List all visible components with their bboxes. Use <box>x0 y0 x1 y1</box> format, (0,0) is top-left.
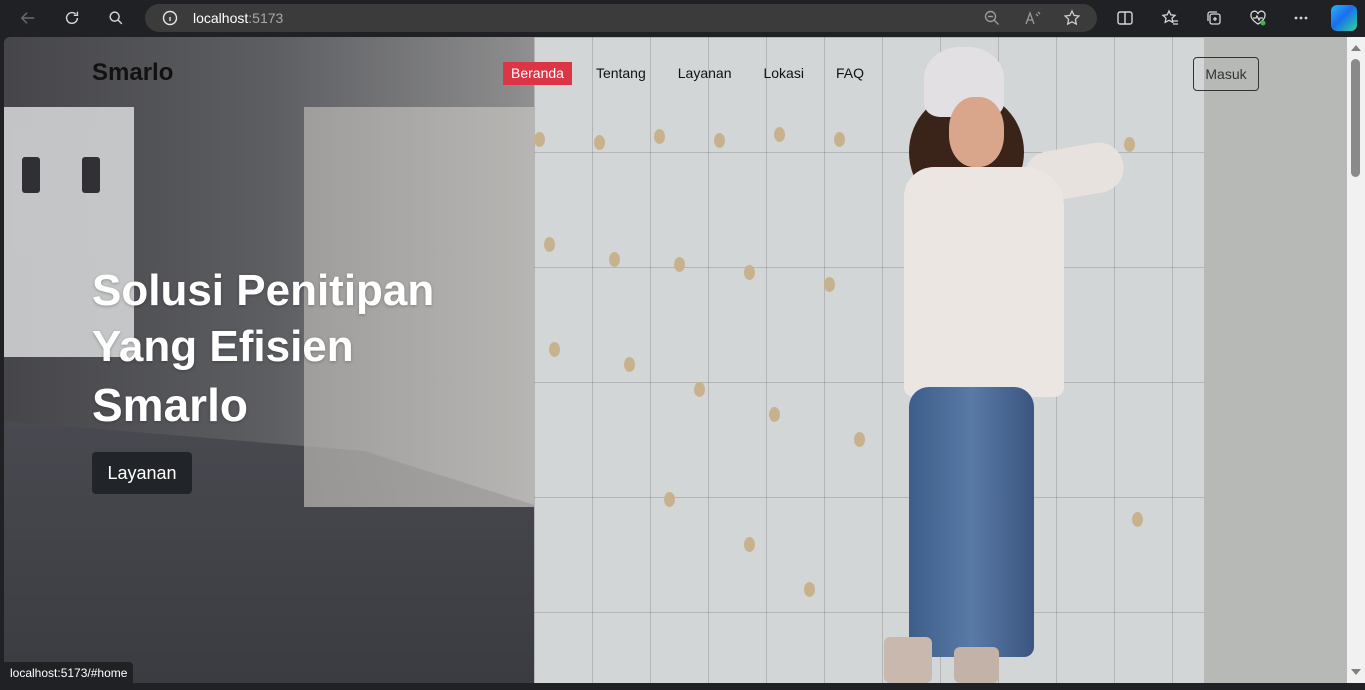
refresh-icon[interactable] <box>60 6 84 30</box>
status-url-tooltip: localhost:5173/#home <box>4 662 134 684</box>
scroll-thumb[interactable] <box>1351 59 1360 177</box>
address-bar[interactable]: localhost:5173 <box>145 4 1097 32</box>
back-icon[interactable] <box>16 6 40 30</box>
nav-link-beranda[interactable]: Beranda <box>503 62 572 85</box>
scroll-up-icon[interactable] <box>1351 45 1361 51</box>
right-wall-shape <box>1204 37 1347 683</box>
locker-knob <box>534 132 545 147</box>
locker-knob <box>654 129 665 144</box>
locker-knob <box>769 407 780 422</box>
zoom-out-icon[interactable] <box>983 9 1001 27</box>
nav-link-lokasi[interactable]: Lokasi <box>755 62 811 85</box>
nav-link-layanan[interactable]: Layanan <box>670 62 740 85</box>
locker-knob <box>674 257 685 272</box>
collections-icon[interactable] <box>1202 6 1226 30</box>
hero-heading-brand: Smarlo <box>92 379 248 431</box>
locker-knob <box>834 132 845 147</box>
more-icon[interactable] <box>1289 6 1313 30</box>
search-icon[interactable] <box>104 6 128 30</box>
locker-knob <box>544 237 555 252</box>
favorites-icon[interactable] <box>1158 6 1182 30</box>
read-aloud-icon[interactable] <box>1024 9 1042 27</box>
scroll-down-icon[interactable] <box>1351 669 1361 675</box>
hero-heading: Solusi Penitipan Yang Efisien Smarlo <box>92 263 552 435</box>
locker-knob <box>1124 137 1135 152</box>
locker-knob <box>694 382 705 397</box>
info-icon[interactable] <box>162 10 178 26</box>
locker-knob <box>624 357 635 372</box>
page-scrollbar[interactable] <box>1347 37 1365 683</box>
services-button[interactable]: Layanan <box>92 452 192 494</box>
health-icon[interactable] <box>1246 6 1270 30</box>
locker-knob <box>664 492 675 507</box>
login-button[interactable]: Masuk <box>1193 57 1259 91</box>
sweater-shape <box>904 167 1064 397</box>
favorite-star-icon[interactable] <box>1063 9 1081 27</box>
jeans-shape <box>909 387 1034 657</box>
locker-knob <box>594 135 605 150</box>
woman-figure <box>884 47 1128 683</box>
locker-knob <box>609 252 620 267</box>
url-text: localhost:5173 <box>193 10 284 26</box>
face-shape <box>949 97 1004 167</box>
locker-knob <box>744 537 755 552</box>
locker-knob <box>1132 512 1143 527</box>
main-nav: Beranda Tentang Layanan Lokasi FAQ <box>503 62 888 85</box>
hero-heading-line1: Solusi Penitipan <box>92 266 435 315</box>
locker-knob <box>854 432 865 447</box>
locker-knob <box>824 277 835 292</box>
boot-shape <box>884 637 932 683</box>
split-screen-icon[interactable] <box>1113 6 1137 30</box>
locker-knob <box>804 582 815 597</box>
window-bottom-edge <box>0 683 1365 690</box>
nav-link-faq[interactable]: FAQ <box>828 62 872 85</box>
locker-knob <box>774 127 785 142</box>
locker-knob <box>744 265 755 280</box>
copilot-icon[interactable] <box>1331 5 1357 31</box>
page-viewport: Smarlo Beranda Tentang Layanan Lokasi FA… <box>4 37 1347 683</box>
locker-knob <box>714 133 725 148</box>
boot-shape <box>954 647 999 683</box>
nav-link-tentang[interactable]: Tentang <box>588 62 654 85</box>
brand-logo[interactable]: Smarlo <box>92 59 173 87</box>
hero-heading-line2: Yang Efisien <box>92 322 354 371</box>
browser-toolbar: localhost:5173 <box>0 0 1365 37</box>
